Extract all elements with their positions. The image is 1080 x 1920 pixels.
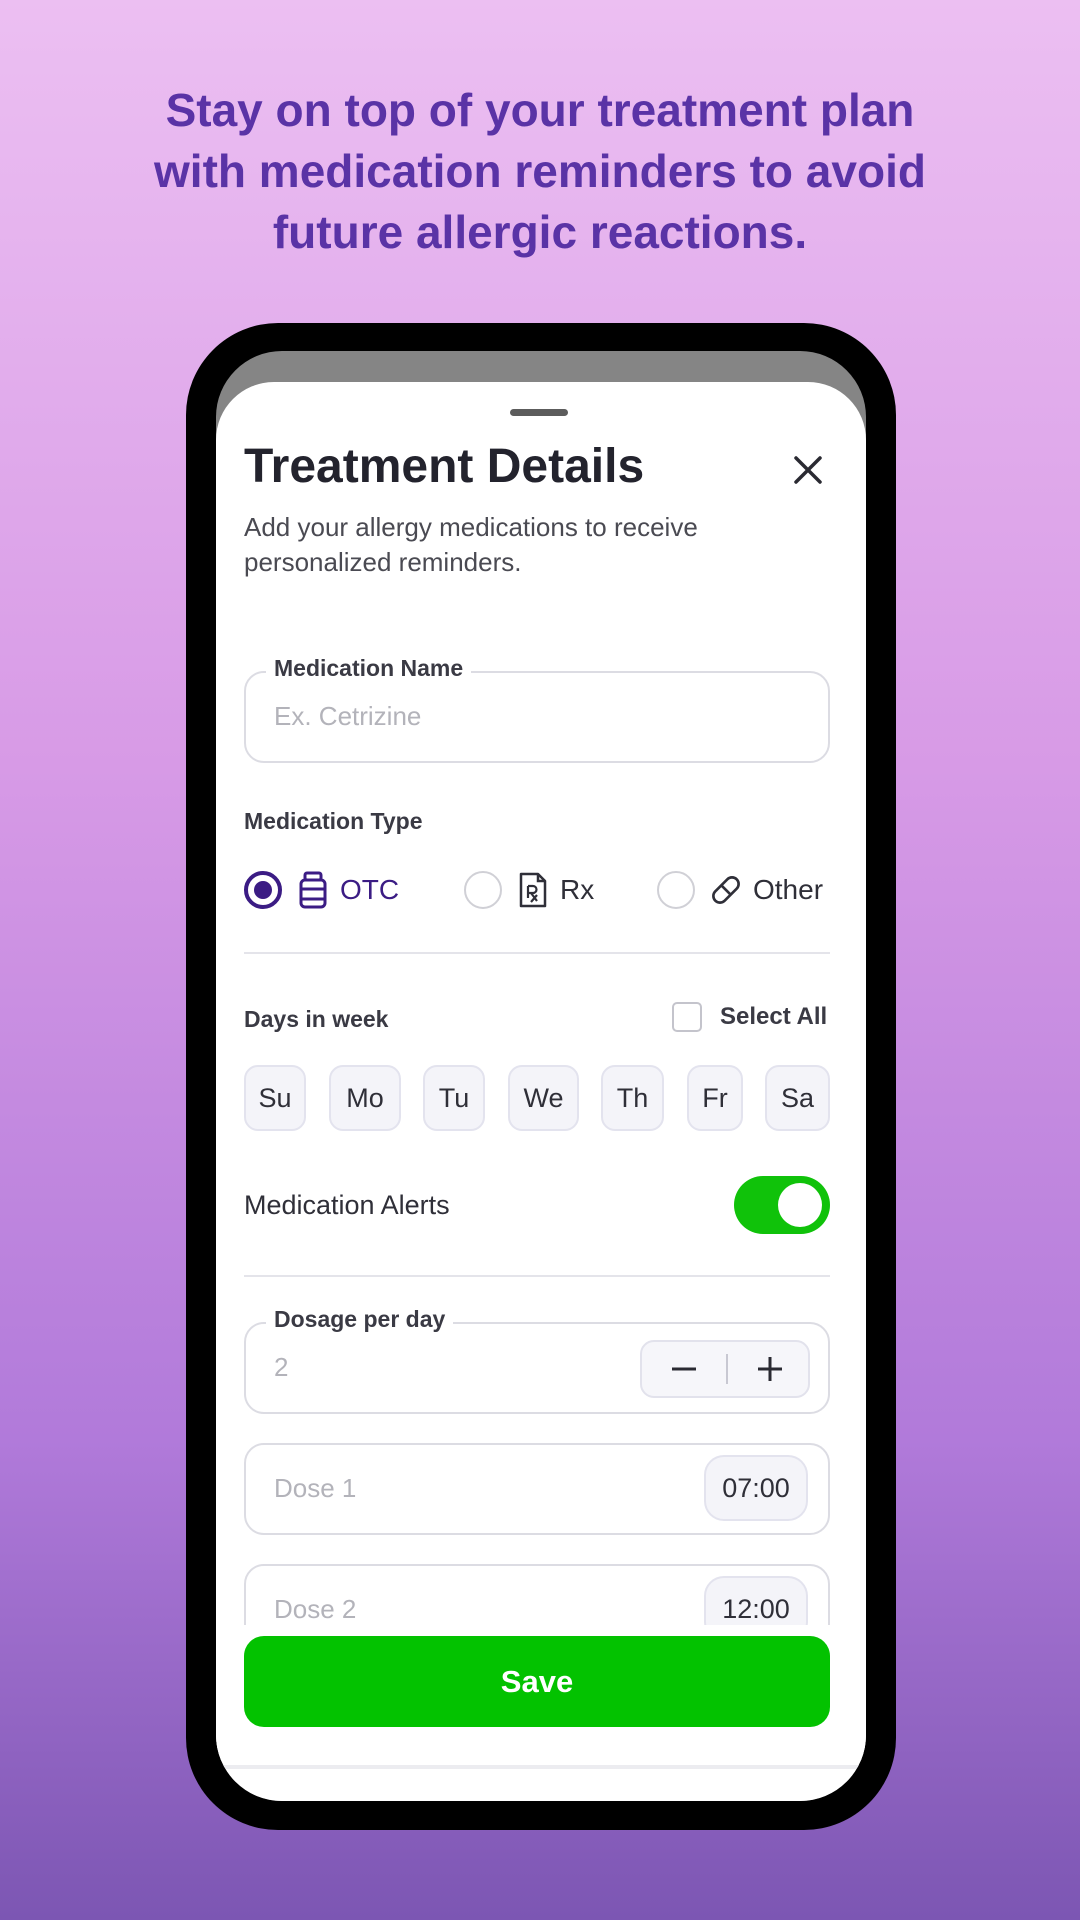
dosage-per-day-label: Dosage per day (266, 1306, 454, 1333)
dose-1-time-button[interactable]: 07:00 (704, 1455, 808, 1521)
medication-type-otc[interactable]: OTC (244, 865, 399, 915)
medication-type-other-label: Other (753, 874, 824, 905)
dose-1-row: Dose 1 07:00 (244, 1443, 830, 1535)
plus-icon (758, 1357, 782, 1381)
radio-otc[interactable] (244, 871, 282, 909)
promo-headline-line-2: with medication reminders to avoid (154, 145, 926, 197)
day-saturday[interactable]: Sa (765, 1065, 830, 1131)
close-icon (794, 456, 822, 484)
select-all-control[interactable]: Select All (672, 1002, 827, 1032)
sheet-title: Treatment Details (244, 440, 645, 493)
medication-type-label: Medication Type (244, 808, 423, 834)
pill-bottle-icon (296, 871, 330, 909)
minus-icon (672, 1367, 696, 1371)
day-wednesday[interactable]: We (508, 1065, 579, 1131)
promo-headline-line-1: Stay on top of your treatment plan (165, 84, 915, 136)
medication-name-input[interactable]: Ex. Cetrizine (274, 701, 421, 732)
sheet-drag-handle[interactable] (510, 409, 568, 416)
decrement-button[interactable] (642, 1342, 726, 1396)
divider (244, 1275, 830, 1277)
phone-screen: Treatment Details Add your allergy medic… (216, 351, 866, 1801)
dosage-stepper (640, 1340, 810, 1398)
select-all-checkbox[interactable] (672, 1002, 702, 1032)
divider (244, 952, 830, 954)
medication-type-other[interactable]: Other (657, 865, 823, 915)
increment-button[interactable] (728, 1342, 812, 1396)
dose-2-label: Dose 2 (274, 1594, 357, 1624)
medication-alerts-label: Medication Alerts (244, 1190, 450, 1220)
bottom-divider (216, 1765, 866, 1769)
pill-capsule-icon (709, 871, 743, 909)
promo-headline: Stay on top of your treatment plan with … (60, 80, 1020, 263)
sheet-subtitle: Add your allergy medications to receive … (244, 512, 698, 577)
medication-type-rx[interactable]: Rx (464, 865, 594, 915)
medication-type-radio-group: OTC Rx Other (244, 865, 834, 915)
day-friday[interactable]: Fr (687, 1065, 743, 1131)
medication-name-field[interactable]: Medication Name Ex. Cetrizine (244, 655, 830, 763)
treatment-details-sheet: Treatment Details Add your allergy medic… (216, 382, 866, 1801)
prescription-icon (516, 871, 550, 909)
phone-frame: Treatment Details Add your allergy medic… (186, 323, 896, 1830)
select-all-label: Select All (720, 1003, 828, 1030)
dosage-per-day-field: Dosage per day 2 (244, 1306, 830, 1414)
dose-1-label: Dose 1 (274, 1473, 357, 1503)
radio-rx[interactable] (464, 871, 502, 909)
close-button[interactable] (788, 450, 828, 490)
toggle-knob (778, 1183, 822, 1227)
dosage-value[interactable]: 2 (274, 1352, 288, 1383)
medication-name-label: Medication Name (266, 655, 472, 682)
save-button[interactable]: Save (244, 1636, 830, 1727)
medication-alerts-toggle[interactable] (734, 1176, 830, 1234)
day-thursday[interactable]: Th (601, 1065, 664, 1131)
medication-type-otc-label: OTC (340, 874, 400, 905)
day-monday[interactable]: Mo (329, 1065, 401, 1131)
day-tuesday[interactable]: Tu (423, 1065, 485, 1131)
medication-type-rx-label: Rx (560, 874, 595, 905)
promo-headline-line-3: future allergic reactions. (272, 206, 808, 258)
radio-other[interactable] (657, 871, 695, 909)
day-sunday[interactable]: Su (244, 1065, 306, 1131)
days-in-week-label: Days in week (244, 1006, 389, 1032)
